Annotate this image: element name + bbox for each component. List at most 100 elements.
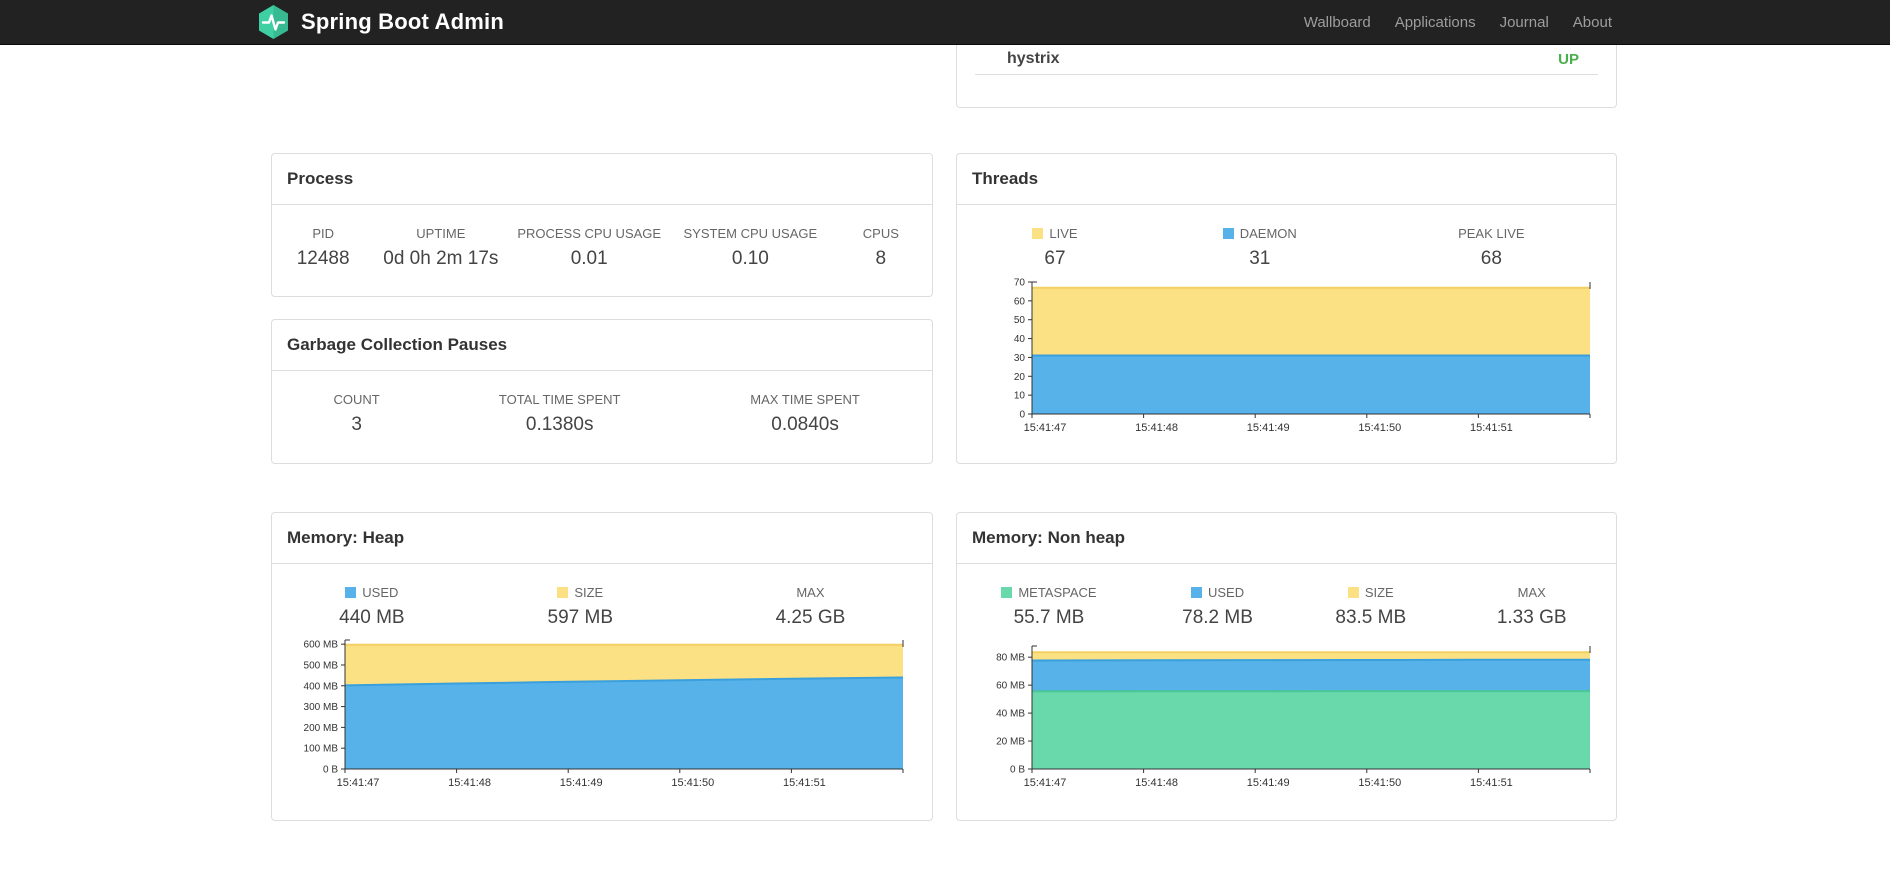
metric-label: SIZE bbox=[1347, 585, 1394, 600]
metric-label: SIZE bbox=[557, 585, 603, 600]
metric-value: 78.2 MB bbox=[1182, 607, 1253, 628]
metric-nonheap-used: USED 78.2 MB bbox=[1141, 585, 1294, 629]
svg-text:30: 30 bbox=[1014, 353, 1026, 364]
svg-text:15:41:48: 15:41:48 bbox=[1135, 422, 1178, 434]
svg-text:80 MB: 80 MB bbox=[996, 653, 1025, 664]
svg-text:60 MB: 60 MB bbox=[996, 681, 1025, 692]
metric-system-cpu: SYSTEM CPU USAGE 0.10 bbox=[671, 226, 830, 270]
metric-value: 12488 bbox=[296, 248, 350, 269]
svg-text:0: 0 bbox=[1019, 410, 1025, 421]
daemon-legend-swatch bbox=[1222, 228, 1234, 239]
svg-text:100 MB: 100 MB bbox=[304, 744, 339, 755]
health-name: hystrix bbox=[1007, 50, 1060, 67]
metric-value: 0.0840s bbox=[771, 414, 839, 435]
svg-text:20: 20 bbox=[1014, 372, 1026, 383]
svg-text:20 MB: 20 MB bbox=[996, 737, 1025, 748]
metric-label: LIVE bbox=[1032, 226, 1078, 241]
nav-link-wallboard[interactable]: Wallboard bbox=[1292, 14, 1383, 31]
process-panel-title: Process bbox=[272, 154, 932, 205]
svg-text:300 MB: 300 MB bbox=[304, 702, 339, 713]
svg-text:400 MB: 400 MB bbox=[304, 681, 339, 692]
process-panel: Process PID 12488 UPTIME 0d 0h 2m 17s PR… bbox=[271, 153, 933, 297]
metric-gc-count: COUNT 3 bbox=[272, 392, 441, 436]
svg-text:15:41:51: 15:41:51 bbox=[1470, 422, 1513, 434]
metric-value: 55.7 MB bbox=[1013, 607, 1085, 628]
metric-value: 8 bbox=[875, 248, 887, 269]
threads-chart: 0 10 20 30 40 50 60 70 15:41:47 15:41:48 15:41:49 1… bbox=[968, 272, 1598, 442]
metric-label: PROCESS CPU USAGE bbox=[517, 226, 662, 241]
metric-heap-size: SIZE 597 MB bbox=[472, 585, 689, 629]
metric-gc-total: TOTAL TIME SPENT 0.1380s bbox=[441, 392, 678, 436]
heap-memory-chart: 0 B 100 MB 200 MB 300 MB 400 MB 500 MB 600 MB 1… bbox=[281, 630, 911, 797]
used-legend-swatch bbox=[1190, 587, 1202, 598]
svg-text:40 MB: 40 MB bbox=[996, 709, 1025, 720]
nav-link-journal[interactable]: Journal bbox=[1488, 14, 1561, 31]
svg-text:15:41:49: 15:41:49 bbox=[560, 777, 603, 789]
svg-text:600 MB: 600 MB bbox=[304, 640, 339, 651]
nav-links: Wallboard Applications Journal About bbox=[1292, 0, 1624, 44]
metric-cpus: CPUS 8 bbox=[830, 226, 932, 270]
metric-value: 83.5 MB bbox=[1335, 607, 1407, 628]
svg-text:0 B: 0 B bbox=[323, 765, 338, 776]
metric-metaspace: METASPACE 55.7 MB bbox=[957, 585, 1141, 629]
brand-logo-icon bbox=[257, 4, 290, 40]
metric-label: USED bbox=[345, 585, 398, 600]
process-metrics: PID 12488 UPTIME 0d 0h 2m 17s PROCESS CP… bbox=[272, 226, 932, 270]
metric-value: 31 bbox=[1249, 248, 1271, 269]
metric-value: 597 MB bbox=[547, 607, 614, 628]
svg-text:15:41:49: 15:41:49 bbox=[1247, 422, 1290, 434]
gc-panel-title: Garbage Collection Pauses bbox=[272, 320, 932, 371]
nonheap-panel-title: Memory: Non heap bbox=[957, 513, 1616, 564]
live-legend-swatch bbox=[1032, 228, 1044, 239]
svg-text:15:41:50: 15:41:50 bbox=[671, 777, 714, 789]
svg-text:500 MB: 500 MB bbox=[304, 661, 339, 672]
metric-label: USED bbox=[1190, 585, 1244, 600]
metric-threads-daemon: DAEMON 31 bbox=[1153, 226, 1367, 270]
brand-title: Spring Boot Admin bbox=[301, 9, 505, 34]
metric-value: 0d 0h 2m 17s bbox=[383, 248, 499, 269]
health-row: hystrix UP bbox=[975, 44, 1598, 75]
heap-panel-title: Memory: Heap bbox=[272, 513, 932, 564]
heap-panel: Memory: Heap USED 440 MB SIZE 597 MB MAX… bbox=[271, 512, 933, 821]
nav-link-applications[interactable]: Applications bbox=[1383, 14, 1488, 31]
svg-text:0 B: 0 B bbox=[1010, 765, 1025, 776]
svg-text:15:41:47: 15:41:47 bbox=[337, 777, 380, 789]
metric-label: PID bbox=[312, 226, 334, 241]
metaspace-legend-swatch bbox=[1001, 587, 1013, 598]
svg-text:70: 70 bbox=[1014, 278, 1026, 289]
svg-text:50: 50 bbox=[1014, 315, 1026, 326]
metric-nonheap-max: MAX 1.33 GB bbox=[1447, 585, 1616, 629]
nonheap-panel: Memory: Non heap METASPACE 55.7 MB USED … bbox=[956, 512, 1617, 821]
nonheap-legend: METASPACE 55.7 MB USED 78.2 MB SIZE 83.5… bbox=[957, 585, 1616, 629]
svg-text:15:41:50: 15:41:50 bbox=[1358, 422, 1401, 434]
used-legend-swatch bbox=[345, 587, 357, 598]
metric-threads-live: LIVE 67 bbox=[957, 226, 1153, 270]
navbar: Spring Boot Admin Wallboard Applications… bbox=[0, 0, 1890, 45]
metric-label: CPUS bbox=[862, 226, 899, 241]
svg-text:15:41:47: 15:41:47 bbox=[1024, 777, 1067, 789]
health-status-badge: UP bbox=[1558, 50, 1579, 68]
page: Spring Boot Admin Wallboard Applications… bbox=[0, 0, 1890, 892]
size-legend-swatch bbox=[1347, 587, 1359, 598]
nonheap-memory-chart: 0 B 20 MB 40 MB 60 MB 80 MB 15:41:47 15:41:48 1… bbox=[968, 636, 1598, 797]
gc-panel: Garbage Collection Pauses COUNT 3 TOTAL … bbox=[271, 319, 933, 464]
metric-value: 1.33 GB bbox=[1496, 607, 1567, 628]
metric-label: MAX bbox=[796, 585, 825, 600]
svg-text:200 MB: 200 MB bbox=[304, 723, 339, 734]
metric-process-cpu: PROCESS CPU USAGE 0.01 bbox=[507, 226, 671, 270]
svg-text:10: 10 bbox=[1014, 391, 1026, 402]
metric-label: PEAK LIVE bbox=[1458, 226, 1525, 241]
metric-value: 440 MB bbox=[339, 607, 405, 628]
threads-panel: Threads LIVE 67 DAEMON 31 PEAK LIVE 68 0… bbox=[956, 153, 1617, 464]
svg-text:15:41:51: 15:41:51 bbox=[1470, 777, 1513, 789]
metric-label: TOTAL TIME SPENT bbox=[498, 392, 621, 407]
metric-label: DAEMON bbox=[1222, 226, 1297, 241]
gc-metrics: COUNT 3 TOTAL TIME SPENT 0.1380s MAX TIM… bbox=[272, 392, 932, 436]
metric-heap-used: USED 440 MB bbox=[272, 585, 472, 629]
svg-text:15:41:48: 15:41:48 bbox=[1135, 777, 1178, 789]
metric-label: MAX bbox=[1517, 585, 1546, 600]
nav-link-about[interactable]: About bbox=[1561, 14, 1624, 31]
heap-legend: USED 440 MB SIZE 597 MB MAX 4.25 GB bbox=[272, 585, 932, 629]
brand[interactable]: Spring Boot Admin bbox=[257, 0, 504, 44]
metric-heap-max: MAX 4.25 GB bbox=[689, 585, 932, 629]
